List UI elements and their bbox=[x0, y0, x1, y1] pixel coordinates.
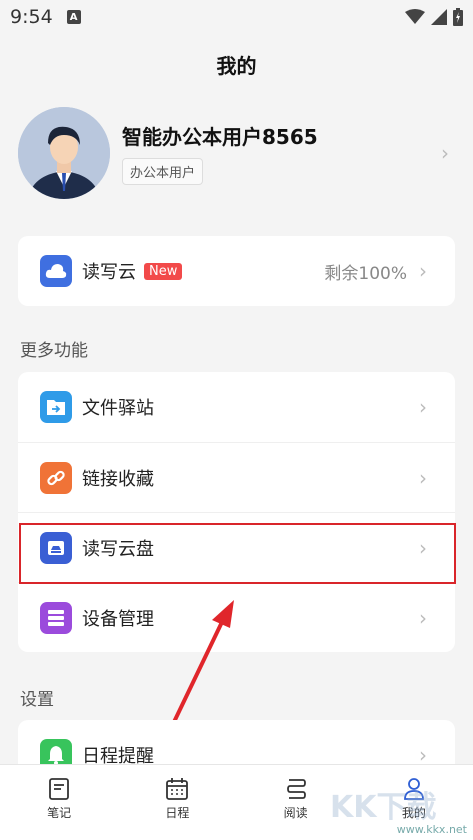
username: 智能办公本用户8565 bbox=[122, 124, 318, 149]
menu-item-label: 读写云盘 bbox=[82, 538, 154, 560]
role-badge: 办公本用户 bbox=[122, 157, 204, 185]
menu-item-file-station[interactable]: 文件驿站 › bbox=[18, 372, 455, 442]
signal-icon bbox=[431, 9, 447, 25]
person-icon bbox=[403, 778, 424, 800]
tab-label: 笔记 bbox=[47, 806, 72, 820]
menu-item-label: 文件驿站 bbox=[82, 398, 154, 419]
menu-item-device-management[interactable]: 设备管理 › bbox=[18, 582, 455, 652]
chevron-right-icon: › bbox=[419, 395, 427, 419]
calendar-icon bbox=[166, 778, 189, 800]
chevron-right-icon: › bbox=[419, 259, 427, 283]
battery-icon bbox=[453, 8, 463, 26]
menu-item-label: 链接收藏 bbox=[82, 468, 154, 490]
menu-item-cloud-drive[interactable]: 读写云盘 › bbox=[18, 512, 455, 582]
tab-reading[interactable]: 阅读 bbox=[237, 765, 355, 840]
cloud-card[interactable]: 读写云 New 剩余100% › bbox=[18, 236, 455, 306]
chevron-right-icon: › bbox=[419, 465, 427, 490]
tab-label: 阅读 bbox=[283, 806, 308, 820]
new-badge: New bbox=[144, 262, 183, 280]
tab-schedule[interactable]: 日程 bbox=[118, 765, 236, 840]
link-icon bbox=[40, 461, 72, 494]
tab-label: 我的 bbox=[401, 806, 426, 820]
tab-label: 日程 bbox=[165, 806, 190, 820]
settings-heading: 设置 bbox=[20, 690, 54, 710]
avatar[interactable] bbox=[18, 106, 110, 199]
file-transfer-icon bbox=[40, 391, 72, 423]
device-list-icon bbox=[40, 601, 72, 634]
page-title: 我的 bbox=[216, 54, 257, 78]
cloud-label: 读写云 bbox=[82, 262, 136, 283]
note-icon bbox=[49, 778, 70, 800]
chevron-right-icon: › bbox=[441, 140, 449, 165]
status-bar: 9:54 A bbox=[0, 0, 473, 34]
chevron-right-icon: › bbox=[419, 535, 427, 560]
status-time: 9:54 bbox=[10, 6, 53, 28]
more-card: 文件驿站 › 链接收藏 › 读写云盘 › 设备管理 › bbox=[18, 372, 455, 652]
cloud-remaining: 剩余100% bbox=[324, 263, 407, 284]
more-heading: 更多功能 bbox=[20, 341, 88, 361]
cloud-row[interactable]: 读写云 New 剩余100% › bbox=[18, 236, 455, 306]
notification-a-icon: A bbox=[66, 10, 81, 24]
tab-notes[interactable]: 笔记 bbox=[0, 765, 118, 840]
menu-item-link-favorites[interactable]: 链接收藏 › bbox=[18, 442, 455, 512]
watermark-url: www.kkx.net bbox=[396, 823, 467, 836]
chevron-right-icon: › bbox=[419, 605, 427, 630]
profile-card[interactable]: 智能办公本用户8565 办公本用户 › bbox=[18, 105, 455, 200]
read-icon bbox=[286, 779, 306, 799]
menu-item-label: 设备管理 bbox=[82, 608, 154, 630]
cloud-drive-icon bbox=[40, 531, 72, 564]
cloud-icon bbox=[40, 255, 72, 287]
wifi-icon bbox=[405, 9, 425, 24]
